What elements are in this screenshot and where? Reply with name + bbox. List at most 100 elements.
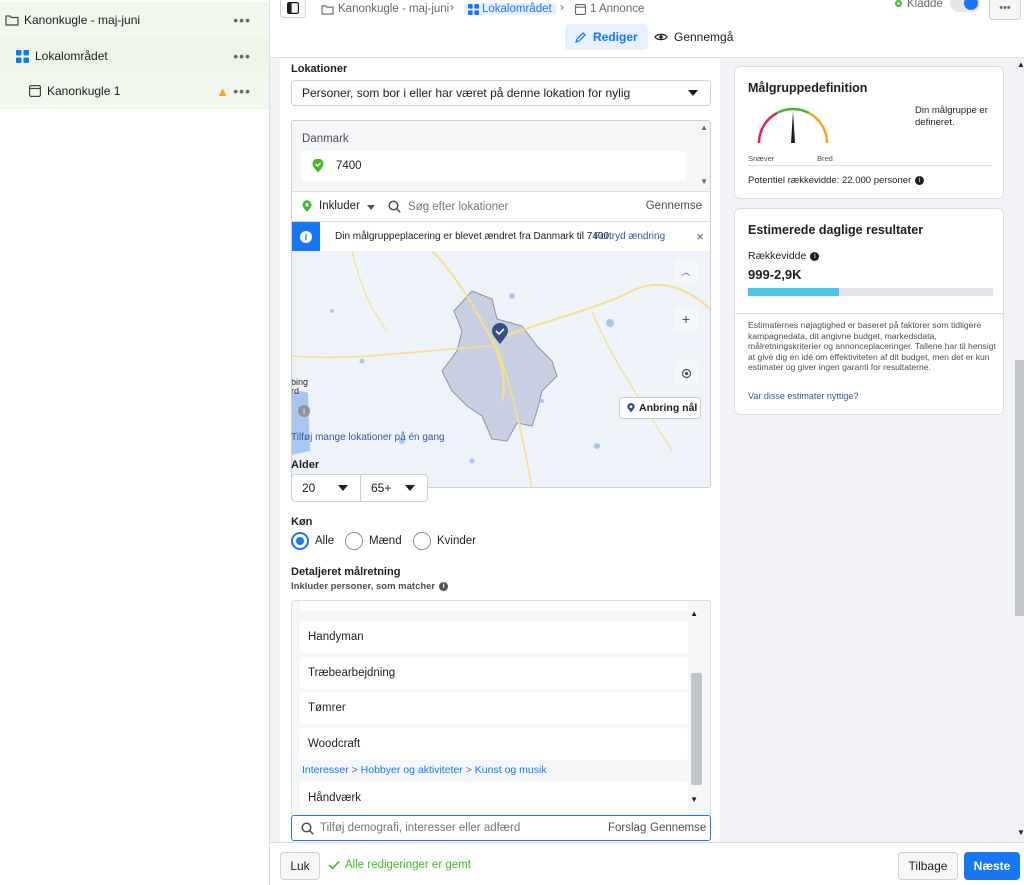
info-icon[interactable]: i (915, 176, 925, 185)
draft-label: Kladde (907, 0, 943, 10)
campaign-sidebar: Kanonkugle - maj-juni ••• Lokalområdet •… (0, 0, 270, 885)
reach-bar (748, 288, 993, 296)
checkmark-icon (328, 860, 340, 870)
more-options-icon[interactable]: ••• (233, 83, 251, 99)
scroll-up-icon[interactable]: ▲ (690, 609, 698, 618)
gender-option-women[interactable]: Kvinder (413, 532, 476, 550)
daily-estimates-card: Estimerede daglige resultater Rækkevidde… (734, 208, 1004, 415)
list-item[interactable]: Håndværk (300, 782, 688, 814)
radio-unselected[interactable] (345, 532, 363, 550)
location-type-select[interactable]: Personer, som bor i eller har været på d… (291, 80, 711, 106)
detailed-targeting-label: Detaljeret målretning (291, 566, 401, 578)
location-map[interactable]: bing rd ︿ + i Anbring nål (292, 251, 710, 487)
suggestions-button[interactable]: Forslag (608, 822, 646, 834)
gender-option-men[interactable]: Mænd (345, 532, 402, 550)
potential-reach: Potentiel rækkevidde: 22.000 personer i (748, 175, 925, 186)
audience-definition-card: Målgruppedefinition Snæver Bred Din målg… (734, 66, 1004, 199)
pencil-icon (575, 32, 586, 43)
add-many-locations-link[interactable]: Tilføj mange lokationer på én gang (291, 432, 445, 443)
scroll-down-icon[interactable]: ▼ (1017, 828, 1024, 837)
tab-edit[interactable]: Rediger (565, 24, 648, 50)
tab-review[interactable]: Gennemgå (644, 24, 743, 50)
audience-gauge-icon (757, 107, 829, 144)
more-options-button[interactable]: ••• (989, 0, 1021, 20)
breadcrumb-campaign[interactable]: Kanonkugle - maj-juni (321, 0, 449, 18)
more-options-icon[interactable]: ••• (233, 12, 251, 28)
map-pin-icon (492, 323, 508, 344)
close-icon[interactable]: × (696, 229, 704, 244)
selected-locations: Danmark 7400 ▲ ▼ (292, 121, 710, 191)
gender-option-all[interactable]: Alle (291, 532, 334, 550)
radio-unselected[interactable] (413, 532, 431, 550)
list-item[interactable]: Tømrer (300, 692, 688, 724)
sidebar-item-label: Lokalområdet (35, 49, 108, 63)
folder-icon (5, 15, 19, 26)
undo-change-link[interactable]: Fortryd ændring (594, 231, 665, 242)
list-item (300, 601, 688, 611)
drop-pin-button[interactable]: Anbring nål (619, 397, 701, 419)
top-bar: Kanonkugle - maj-juni › Lokalområdet › 1… (270, 0, 1024, 58)
eye-icon (654, 33, 668, 41)
draft-toggle[interactable] (950, 0, 980, 12)
close-button[interactable]: Luk (280, 852, 320, 880)
reach-value: 999-2,9K (748, 267, 802, 282)
location-pin-icon (627, 403, 635, 413)
location-notice: i Din målgruppeplacering er blevet ændre… (292, 221, 710, 252)
divider (748, 165, 992, 166)
locate-button[interactable] (674, 361, 698, 385)
include-dropdown[interactable]: Inkluder (319, 200, 360, 212)
chevron-down-icon (405, 485, 415, 491)
detailed-search-box: Forslag Gennemse (291, 815, 711, 841)
browse-locations-button[interactable]: Gennemse (646, 200, 702, 212)
category-arts-link[interactable]: Kunst og musik (475, 764, 547, 776)
scrollbar-thumb[interactable] (691, 673, 702, 785)
scroll-up-icon[interactable]: ▲ (700, 123, 708, 132)
sidebar-item-adset[interactable]: Lokalområdet ••• (0, 38, 269, 74)
grid-icon (468, 3, 479, 15)
scroll-down-icon[interactable]: ▼ (690, 795, 698, 804)
sidebar-toggle-icon (287, 2, 299, 14)
age-max-select[interactable]: 65+ (360, 474, 428, 502)
radio-selected[interactable] (291, 532, 309, 550)
page-scrollbar-thumb[interactable] (1015, 360, 1024, 616)
age-min-select[interactable]: 20 (291, 474, 361, 502)
search-icon (388, 200, 401, 213)
scroll-down-icon[interactable]: ▼ (700, 177, 708, 186)
warning-icon[interactable]: ▲ (216, 84, 229, 99)
scroll-up-icon[interactable]: ▲ (1017, 60, 1024, 69)
toggle-sidebar-button[interactable] (280, 0, 306, 18)
sidebar-item-ad[interactable]: Kanonkugle 1 ▲ ••• (0, 73, 269, 109)
bottom-bar: Luk Alle redigeringer er gemt Tilbage Næ… (270, 842, 1024, 885)
category-hobbies-link[interactable]: Hobbyer og aktiviteter (361, 764, 463, 776)
estimates-helpful-link[interactable]: Var disse estimater nyttige? (748, 391, 858, 401)
breadcrumb-adset[interactable]: Lokalområdet (464, 0, 556, 18)
sidebar-item-campaign[interactable]: Kanonkugle - maj-juni ••• (0, 2, 269, 38)
locations-label: Lokationer (291, 63, 348, 75)
reach-label-row: Rækkevidde i (748, 250, 820, 262)
zoom-in-button[interactable]: + (674, 307, 698, 331)
breadcrumb-ad[interactable]: 1 Annonce (575, 0, 644, 18)
list-item[interactable]: Woodcraft (300, 728, 688, 760)
gender-label: Køn (291, 516, 313, 528)
list-item[interactable]: Træbearbejdning (300, 657, 688, 689)
grid-icon (16, 49, 29, 63)
map-collapse-button[interactable]: ︿ (674, 259, 698, 283)
location-search-input[interactable] (408, 197, 628, 217)
info-icon: i (292, 222, 320, 252)
next-button[interactable]: Næste (964, 852, 1020, 880)
back-button[interactable]: Tilbage (898, 852, 958, 880)
category-path: Interesser > Hobbyer og aktiviteter > Ku… (302, 764, 547, 776)
detailed-search-input[interactable] (320, 819, 590, 837)
list-item[interactable]: Handyman (300, 621, 688, 653)
info-icon[interactable]: i (439, 582, 449, 591)
sidebar-item-label: Kanonkugle - maj-juni (24, 13, 141, 27)
category-interests-link[interactable]: Interesser (302, 764, 349, 776)
divider (735, 313, 1003, 314)
browse-interests-button[interactable]: Gennemse (650, 822, 706, 834)
chevron-down-icon (688, 90, 698, 96)
location-chip[interactable]: 7400 (302, 151, 686, 181)
map-info-icon[interactable]: i (298, 405, 310, 417)
chevron-down-icon (367, 205, 375, 210)
more-options-icon[interactable]: ••• (233, 48, 251, 64)
info-icon[interactable]: i (810, 251, 820, 261)
